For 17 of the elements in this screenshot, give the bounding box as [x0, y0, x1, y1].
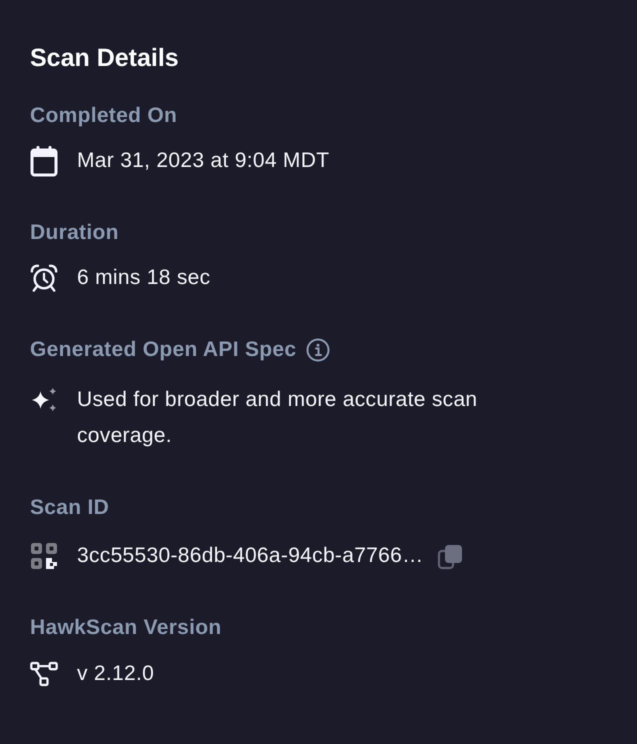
- alarm-clock-icon: [30, 263, 58, 293]
- field-value: v 2.12.0: [77, 661, 154, 687]
- flow-diagram-icon: [30, 660, 58, 688]
- field-value: Mar 31, 2023 at 9:04 MDT: [77, 148, 330, 174]
- calendar-icon: [30, 145, 58, 177]
- field-label: Duration: [30, 220, 119, 246]
- info-icon[interactable]: [306, 338, 330, 362]
- field-value: 3cc55530-86db-406a-94cb-a7766…: [77, 543, 424, 569]
- copy-button[interactable]: [437, 544, 464, 570]
- panel-title: Scan Details: [30, 43, 179, 74]
- field-label: Scan ID: [30, 495, 110, 521]
- field-value: 6 mins 18 sec: [77, 265, 210, 291]
- field-label: HawkScan Version: [30, 615, 222, 641]
- field-label: Generated Open API Spec: [30, 337, 296, 363]
- description-text: Used for broader and more accurate scan coverage.: [77, 387, 478, 449]
- field-label: Completed On: [30, 103, 178, 129]
- qr-code-icon: [30, 542, 58, 570]
